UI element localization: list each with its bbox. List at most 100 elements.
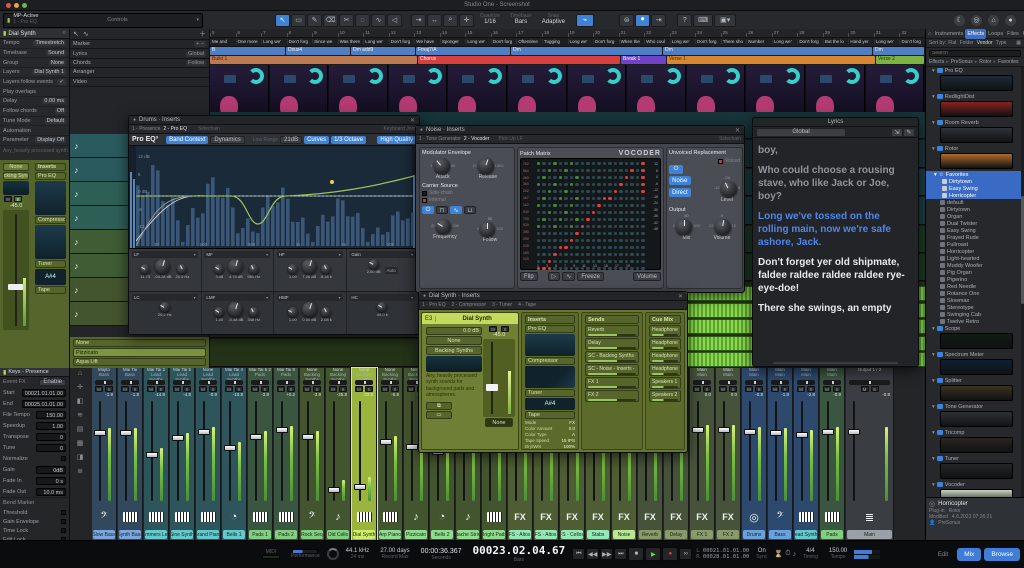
matrix-cell[interactable] <box>608 232 611 235</box>
browser-plugin-redlightdist[interactable]: ▾RedlightDist <box>926 93 1021 100</box>
ds-fader[interactable] <box>483 339 515 417</box>
minimize-window-icon[interactable] <box>14 3 19 8</box>
fader-cap[interactable] <box>250 434 262 440</box>
matrix-cell[interactable] <box>630 176 633 179</box>
ds-send[interactable]: SC - Backing Synths - Root <box>585 351 639 363</box>
matrix-cell[interactable] <box>553 239 556 242</box>
matrix-cell[interactable] <box>630 204 633 207</box>
channel-fader[interactable] <box>170 397 194 505</box>
ds-footer-select[interactable]: None <box>485 418 513 427</box>
matrix-cell[interactable] <box>597 260 600 263</box>
pan-control[interactable] <box>95 380 113 385</box>
knob-follow[interactable]: 500100Follow <box>477 217 503 243</box>
vocoder-tab-1[interactable]: 1 - Tone Generator <box>419 136 461 142</box>
help-button[interactable]: ? <box>677 14 692 27</box>
matrix-cell[interactable] <box>603 218 606 221</box>
track-note[interactable]: Any_heavily processed synth .. <box>0 146 69 156</box>
ds-tab-4[interactable]: 4 - Tape <box>518 302 536 308</box>
pan-handle[interactable] <box>806 381 808 384</box>
matrix-cell[interactable] <box>641 246 644 249</box>
channel-name-tag[interactable]: Detache Strings <box>457 530 479 539</box>
matrix-cell[interactable] <box>592 239 595 242</box>
matrix-cell[interactable] <box>592 218 595 221</box>
fader-cap[interactable] <box>770 430 782 436</box>
channel-fader[interactable] <box>248 397 272 505</box>
browser-preset-pig-organ[interactable]: Pig Organ <box>926 269 1021 276</box>
matrix-cell[interactable] <box>581 190 584 193</box>
range-tool-button[interactable]: ▭ <box>291 14 306 27</box>
pan-control[interactable] <box>797 380 815 385</box>
matrix-cell[interactable] <box>564 176 567 179</box>
sine-wave-button[interactable]: ∿ <box>450 206 462 214</box>
lyrics-line[interactable]: There she swings, an empty <box>758 302 913 315</box>
matrix-cell[interactable] <box>619 162 622 165</box>
matrix-cell[interactable] <box>581 253 584 256</box>
mini-input-select[interactable]: None <box>3 163 29 171</box>
matrix-cell[interactable] <box>586 239 589 242</box>
matrix-cell[interactable] <box>641 253 644 256</box>
matrix-cell[interactable] <box>564 260 567 263</box>
lyric-event[interactable]: Don't forg <box>491 39 517 44</box>
channel-name-tag[interactable]: BFS - Cellos 1 <box>561 530 583 539</box>
browser-preset-light-hearted[interactable]: Light-hearted <box>926 255 1021 262</box>
matrix-cell[interactable] <box>625 169 628 172</box>
matrix-cell[interactable] <box>619 225 622 228</box>
pan-handle[interactable] <box>260 381 262 384</box>
matrix-cell[interactable] <box>570 232 573 235</box>
matrix-cell[interactable] <box>570 260 573 263</box>
channel-fader[interactable] <box>690 397 714 505</box>
click-icon[interactable]: ♪ <box>793 551 797 558</box>
matrix-cell[interactable] <box>570 225 573 228</box>
knob-control[interactable] <box>434 158 450 174</box>
matrix-cell[interactable] <box>570 218 573 221</box>
mixer-channel-old-cello[interactable]: NoneBacking SynthsMS-35.8♪Old Cello <box>326 368 351 540</box>
knob-control[interactable] <box>478 158 494 174</box>
matrix-cell[interactable] <box>641 260 644 263</box>
pan-control[interactable] <box>693 380 711 385</box>
browser-plugin-tone-generator[interactable]: ▾Tone Generator <box>926 403 1021 410</box>
proeq-tab-1[interactable]: 1 - Presence <box>132 126 160 132</box>
matrix-cell[interactable] <box>586 162 589 165</box>
chord-event[interactable]: Dsus4 <box>286 47 350 55</box>
sort-option-vendor[interactable]: Vendor <box>977 40 993 46</box>
arranger-section[interactable]: Build 1 <box>210 56 417 64</box>
ds-cue-slider[interactable] <box>652 347 678 349</box>
crosshair-button[interactable]: ✛ <box>459 14 474 27</box>
channel-name-tag[interactable]: FX 2 <box>717 530 739 539</box>
ds-send[interactable]: Reverb <box>585 325 639 337</box>
channel-name-tag[interactable]: Delay <box>665 530 687 539</box>
fader-cap[interactable] <box>198 429 210 435</box>
expand-arrow-icon[interactable]: ▾ <box>932 456 935 462</box>
favorite-preset-easy-swing[interactable]: Easy Swing <box>926 185 1021 192</box>
matrix-cell[interactable] <box>614 197 617 200</box>
matrix-cell[interactable] <box>630 211 633 214</box>
ds-cue-slider[interactable] <box>652 334 678 336</box>
ds-send-slider[interactable] <box>588 386 636 388</box>
ds-tab-3[interactable]: 3 - Tuner <box>492 302 512 308</box>
matrix-cell[interactable] <box>625 260 628 263</box>
matrix-cell[interactable] <box>553 183 556 186</box>
matrix-cell[interactable] <box>564 239 567 242</box>
pan-control[interactable] <box>225 380 243 385</box>
channel-name-tag[interactable]: Pizzicato <box>405 530 427 539</box>
ds-cue-channel[interactable]: Headphones 1 <box>649 325 681 337</box>
matrix-cell[interactable] <box>636 204 639 207</box>
channel-routing[interactable]: Mai Tai 4Lead Synths <box>222 368 246 380</box>
mini-bus-select[interactable]: Backing Synths <box>3 172 29 180</box>
matrix-cell[interactable] <box>575 204 578 207</box>
mixer-tool-icon[interactable]: ≣ <box>77 467 83 475</box>
video-thumbnail[interactable] <box>329 65 388 112</box>
knob-mix[interactable]: 500100Mix <box>673 214 700 241</box>
matrix-cell[interactable] <box>542 176 545 179</box>
ds-bus-select[interactable]: Backing Synths <box>426 346 482 355</box>
matrix-cell[interactable] <box>537 260 540 263</box>
matrix-cell[interactable] <box>641 197 644 200</box>
browser-plugin-room-reverb[interactable]: ▾Room Reverb <box>926 119 1021 126</box>
lyric-event[interactable]: Since we <box>312 39 338 44</box>
matrix-cell[interactable] <box>542 253 545 256</box>
event-toggle-checkbox[interactable] <box>61 519 66 524</box>
matrix-cell[interactable] <box>581 197 584 200</box>
matrix-cell[interactable] <box>559 176 562 179</box>
matrix-cell[interactable] <box>636 197 639 200</box>
chord-event[interactable]: B <box>210 47 285 55</box>
